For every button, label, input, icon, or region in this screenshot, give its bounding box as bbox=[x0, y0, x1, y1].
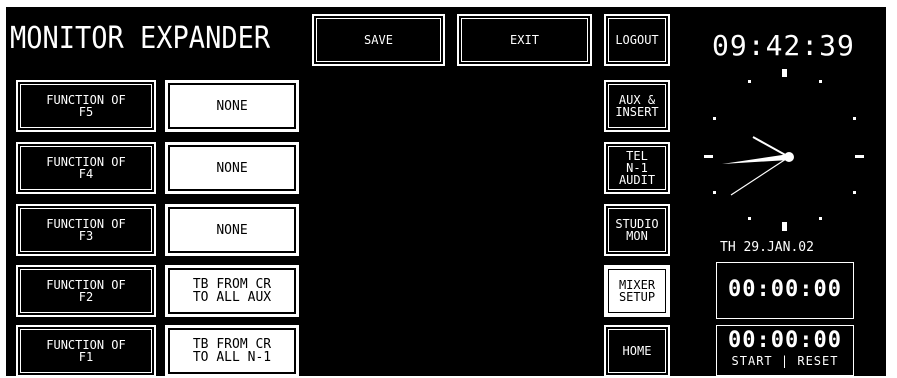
save-label: SAVE bbox=[364, 33, 393, 47]
mixer-setup-button[interactable]: MIXER SETUP bbox=[604, 265, 670, 317]
side-menu-label: TEL N-1 AUDIT bbox=[618, 149, 656, 187]
timer-1: 00:00:00 bbox=[716, 262, 854, 319]
separator: | bbox=[780, 354, 790, 368]
studio-mon-button[interactable]: STUDIO MON bbox=[604, 204, 670, 256]
save-button[interactable]: SAVE bbox=[312, 14, 445, 66]
digital-clock: 09:42:39 bbox=[712, 29, 855, 62]
side-menu-label: HOME bbox=[622, 344, 652, 358]
side-menu-label: AUX & INSERT bbox=[615, 93, 659, 119]
start-button[interactable]: START bbox=[732, 354, 773, 368]
function-f3-value[interactable]: NONE bbox=[165, 204, 299, 256]
function-f3-button[interactable]: FUNCTION OF F3 bbox=[16, 204, 156, 256]
function-f4-value[interactable]: NONE bbox=[165, 142, 299, 194]
tel-n1-audit-button[interactable]: TEL N-1 AUDIT bbox=[604, 142, 670, 194]
logout-button[interactable]: LOGOUT bbox=[604, 14, 670, 66]
function-value: TB FROM CR TO ALL N-1 bbox=[192, 337, 272, 365]
function-label: FUNCTION OF F3 bbox=[46, 217, 126, 243]
function-f2-button[interactable]: FUNCTION OF F2 bbox=[16, 265, 156, 317]
timer-2: 00:00:00 START | RESET bbox=[716, 325, 854, 376]
function-label: FUNCTION OF F5 bbox=[46, 93, 126, 119]
function-label: FUNCTION OF F1 bbox=[46, 338, 126, 364]
timer-1-value: 00:00:00 bbox=[728, 277, 842, 302]
analog-clock-icon bbox=[704, 69, 864, 231]
side-menu-label: LOGOUT bbox=[615, 33, 659, 47]
page-title: MONITOR EXPANDER bbox=[10, 21, 271, 56]
function-label: FUNCTION OF F2 bbox=[46, 278, 126, 304]
function-f1-button[interactable]: FUNCTION OF F1 bbox=[16, 325, 156, 376]
exit-label: EXIT bbox=[510, 33, 539, 47]
side-menu-label: STUDIO MON bbox=[615, 217, 659, 243]
date-display: TH 29.JAN.02 bbox=[720, 240, 814, 255]
function-value: NONE bbox=[216, 222, 248, 238]
aux-insert-button[interactable]: AUX & INSERT bbox=[604, 80, 670, 132]
function-value: TB FROM CR TO ALL AUX bbox=[192, 277, 272, 305]
timer-2-value: 00:00:00 bbox=[728, 328, 842, 353]
function-f5-value[interactable]: NONE bbox=[165, 80, 299, 132]
function-f4-button[interactable]: FUNCTION OF F4 bbox=[16, 142, 156, 194]
function-label: FUNCTION OF F4 bbox=[46, 155, 126, 181]
home-button[interactable]: HOME bbox=[604, 325, 670, 376]
function-value: NONE bbox=[216, 160, 248, 176]
reset-button[interactable]: RESET bbox=[797, 354, 838, 368]
function-f5-button[interactable]: FUNCTION OF F5 bbox=[16, 80, 156, 132]
function-f2-value[interactable]: TB FROM CR TO ALL AUX bbox=[165, 265, 299, 317]
function-f1-value[interactable]: TB FROM CR TO ALL N-1 bbox=[165, 325, 299, 376]
exit-button[interactable]: EXIT bbox=[457, 14, 592, 66]
side-menu-label: MIXER SETUP bbox=[618, 278, 656, 304]
monitor-expander-screen: MONITOR EXPANDER SAVE EXIT FUNCTION OF F… bbox=[6, 7, 886, 376]
function-value: NONE bbox=[216, 98, 248, 114]
